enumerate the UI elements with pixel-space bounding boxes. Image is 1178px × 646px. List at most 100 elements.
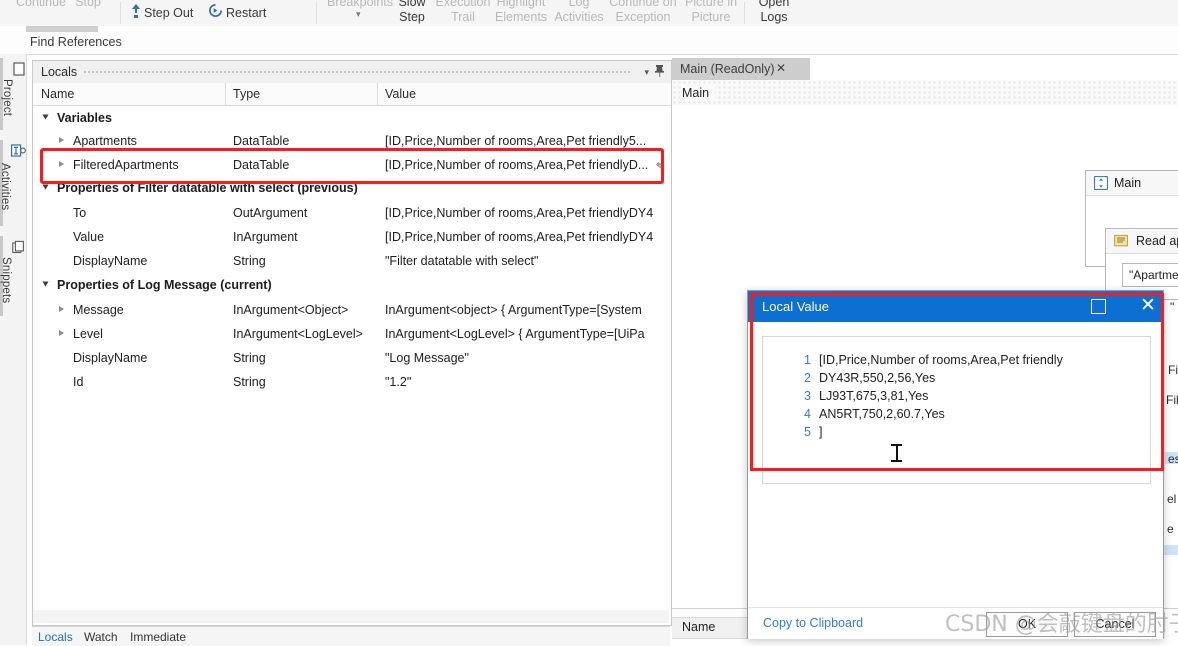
occluded-fragment: el <box>1167 492 1177 506</box>
restart-circle-icon <box>209 4 222 17</box>
card-field-value: "Apartme <box>1129 268 1178 282</box>
dialog-title: Local Value <box>762 299 829 314</box>
occluded-fragment: e <box>1167 522 1174 536</box>
locals-horizontal-scrollbar[interactable] <box>33 610 669 623</box>
group-label: Properties of Filter datatable with sele… <box>57 181 358 195</box>
close-icon[interactable]: ✕ <box>1136 294 1160 318</box>
expander-triangle-icon[interactable] <box>59 330 64 336</box>
card-title: Main <box>1114 176 1142 190</box>
sidebar-item-snippets[interactable]: Snippets <box>0 240 26 320</box>
ribbon-restart-button[interactable]: Restart <box>226 7 292 20</box>
ribbon-continue-on-exception-button[interactable]: Continue on Exception <box>606 0 680 24</box>
ribbon-slow-step-button[interactable]: Slow Step <box>390 0 434 24</box>
dialog-body: 1 [ID,Price,Number of rooms,Area,Pet fri… <box>748 322 1163 607</box>
find-references-strip <box>0 26 1178 55</box>
dialog-title-bar[interactable]: Local Value ✕ <box>748 291 1163 322</box>
row-type: String <box>233 351 266 365</box>
column-divider[interactable] <box>225 83 226 105</box>
find-references-label[interactable]: Find References <box>30 35 122 49</box>
step-out-arrow-icon <box>132 4 140 18</box>
tab-locals[interactable]: Locals <box>38 630 73 644</box>
table-row[interactable]: Id String "1.2" <box>33 370 671 394</box>
row-name: Message <box>73 303 124 317</box>
local-value-code-viewer[interactable]: 1 [ID,Price,Number of rooms,Area,Pet fri… <box>762 336 1151 484</box>
row-name: Level <box>73 327 103 341</box>
row-value[interactable]: [ID,Price,Number of rooms,Area,Pet frien… <box>385 206 671 220</box>
group-header-log-message-current[interactable]: Properties of Log Message (current) <box>33 274 671 296</box>
chevron-down-icon[interactable]: ▾ <box>644 67 649 78</box>
table-row[interactable]: FilteredApartments DataTable [ID,Price,N… <box>33 153 671 177</box>
maximize-icon[interactable] <box>1091 299 1106 314</box>
pin-icon[interactable] <box>654 64 665 78</box>
debug-ribbon: Continue Stop Step Out Restart Breakpoin… <box>0 0 1178 27</box>
card-field[interactable]: "Apartme <box>1122 263 1178 287</box>
table-row[interactable]: Apartments DataTable [ID,Price,Number of… <box>33 129 671 153</box>
sidebar-label-project: Project <box>1 79 13 117</box>
sidebar-item-project[interactable]: Project <box>0 62 26 134</box>
tab-label: Main (ReadOnly) <box>680 62 775 76</box>
sidebar-label-activities: Activities <box>0 163 11 211</box>
card-title: Read apa <box>1136 234 1178 248</box>
table-row[interactable]: Value InArgument [ID,Price,Number of roo… <box>33 225 671 249</box>
ribbon-execution-trail-button[interactable]: Execution Trail <box>434 0 492 24</box>
expander-triangle-icon[interactable] <box>59 161 64 167</box>
code-line-text: [ID,Price,Number of rooms,Area,Pet frien… <box>819 353 1063 367</box>
tab-watch[interactable]: Watch <box>84 630 118 644</box>
expander-triangle-icon[interactable] <box>59 137 64 143</box>
column-header-value[interactable]: Value <box>385 87 416 101</box>
sidebar-item-activities[interactable]: Activities <box>0 144 26 230</box>
table-row[interactable]: DisplayName String "Log Message" <box>33 346 671 370</box>
row-name: Value <box>73 230 105 244</box>
ribbon-continue-button[interactable]: Continue <box>10 0 72 9</box>
tab-immediate[interactable]: Immediate <box>130 630 186 644</box>
ribbon-step-out-button[interactable]: Step Out <box>144 7 210 20</box>
row-type: DataTable <box>233 158 290 172</box>
ribbon-log-activities-button[interactable]: Log Activities <box>552 0 606 24</box>
panel-drag-dots[interactable] <box>83 70 631 75</box>
row-value[interactable]: "Log Message" <box>385 351 671 365</box>
chevron-down-icon[interactable]: ▾ <box>356 9 361 20</box>
snippets-icon <box>12 240 24 254</box>
locals-panel-header: Locals ▾ <box>33 61 671 84</box>
group-header-filter-previous[interactable]: Properties of Filter datatable with sele… <box>33 177 671 199</box>
row-value[interactable]: [ID,Price,Number of rooms,Area,Pet frien… <box>385 134 671 148</box>
ribbon-stop-button[interactable]: Stop <box>66 0 110 9</box>
row-value[interactable]: "Filter datatable with select" <box>385 254 671 268</box>
copy-to-clipboard-link[interactable]: Copy to Clipboard <box>763 616 863 630</box>
expander-triangle-icon <box>42 281 49 287</box>
table-row[interactable]: DisplayName String "Filter datatable wit… <box>33 249 671 273</box>
row-value[interactable]: [ID,Price,Number of rooms,Area,Pet frien… <box>385 230 671 244</box>
table-row[interactable]: Level InArgument<LogLevel> InArgument<Lo… <box>33 322 671 346</box>
group-header-variables[interactable]: Variables <box>33 107 671 129</box>
expander-triangle-icon[interactable] <box>59 306 64 312</box>
tab-main-readonly[interactable]: Main (ReadOnly) ✕ <box>672 58 810 80</box>
code-line-number: 4 <box>804 407 811 421</box>
locals-footer-tabs: Locals Watch Immediate <box>32 626 670 646</box>
column-header-type[interactable]: Type <box>233 87 260 101</box>
watermark: CSDN @会敲键盘的肘子 <box>945 612 1178 637</box>
designer-tab-bar: Main (ReadOnly) ✕ <box>672 58 1178 81</box>
project-page-icon <box>13 62 25 76</box>
row-type: DataTable <box>233 134 290 148</box>
row-name: Id <box>73 375 84 389</box>
text-ibeam-cursor <box>891 444 902 462</box>
locals-panel: Locals ▾ Name Type Value Variables Apart… <box>32 60 672 626</box>
row-value[interactable]: "1.2" <box>385 375 671 389</box>
close-icon[interactable]: ✕ <box>776 61 786 75</box>
ribbon-highlight-elements-button[interactable]: Highlight Elements <box>490 0 552 24</box>
row-name: DisplayName <box>73 351 148 365</box>
ribbon-picture-in-picture-button[interactable]: Picture in Picture <box>678 0 744 24</box>
row-value[interactable]: InArgument<LogLevel> { ArgumentType=[UiP… <box>385 327 671 341</box>
row-value[interactable]: InArgument<object> { ArgumentType=[Syste… <box>385 303 671 317</box>
occluded-fragment: Fi <box>1168 363 1178 377</box>
code-line-number: 2 <box>804 371 811 385</box>
column-header-name[interactable]: Name <box>41 87 74 101</box>
ribbon-breakpoints-button[interactable]: Breakpoints <box>322 0 398 9</box>
ribbon-open-logs-button[interactable]: Open Logs <box>752 0 796 24</box>
row-value[interactable]: [ID,Price,Number of rooms,Area,Pet frien… <box>385 158 671 172</box>
table-row[interactable]: Message InArgument<Object> InArgument<ob… <box>33 298 671 322</box>
breadcrumb-main[interactable]: Main <box>682 86 716 100</box>
table-row[interactable]: To OutArgument [ID,Price,Number of rooms… <box>33 201 671 225</box>
read-range-icon <box>1114 234 1128 247</box>
column-divider[interactable] <box>377 83 378 105</box>
